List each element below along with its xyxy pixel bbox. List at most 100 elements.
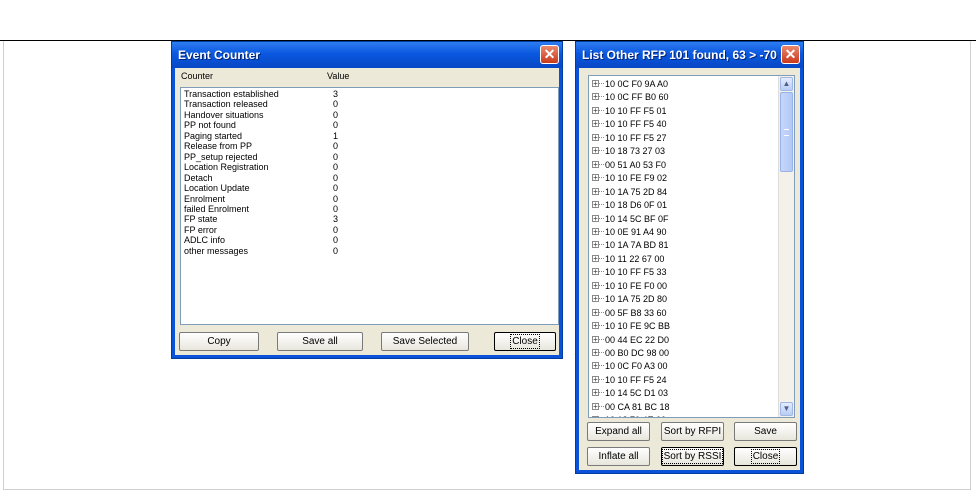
rfp-list-client: +10 0C F0 9A A0 +10 0C FF B0 60 +10 10 FF … [579,68,800,470]
tree-connector [599,298,604,300]
rfp-item-label: 10 10 FE 9C BB [605,321,671,332]
tree-connector [599,405,604,407]
expand-plus-icon[interactable]: + [592,295,599,303]
close-button-label: Close [510,334,540,349]
rfp-item-label: 10 14 5C D1 03 [605,388,669,399]
rfp-item-label: 10 11 22 67 00 [605,253,665,264]
expand-plus-icon[interactable]: + [592,335,599,343]
counter-value: 0 [333,120,339,131]
expand-plus-icon[interactable]: + [592,227,599,235]
expand-plus-icon[interactable]: + [592,402,599,410]
event-counter-title: Event Counter [178,48,261,62]
tree-connector [599,244,604,246]
rfp-list-titlebar[interactable]: List Other RFP 101 found, 63 > -70 ... ✕ [576,42,803,68]
expand-plus-icon[interactable]: + [592,93,599,101]
counter-name: Detach [184,172,213,183]
close-button[interactable]: Close [494,332,556,351]
copy-button[interactable]: Copy [179,332,259,351]
page-frame-left [3,41,4,490]
counter-value: 0 [333,245,339,256]
rfp-item-label: 10 1A 7A BD 81 [605,240,669,251]
rfp-item-label: 10 1A 75 2D 84 [605,186,668,197]
expand-plus-icon[interactable]: + [592,160,599,168]
tree-connector [599,163,604,165]
inflate-all-button-label: Inflate all [598,451,639,462]
counter-value: 0 [333,203,339,214]
expand-plus-icon[interactable]: + [592,106,599,114]
expand-all-button[interactable]: Expand all [587,422,650,441]
tree-connector [599,325,604,327]
expand-plus-icon[interactable]: + [592,375,599,383]
expand-plus-icon[interactable]: + [592,349,599,357]
counter-value: 1 [333,130,339,141]
rfp-item-label: 10 1A 75 2D 80 [605,294,668,305]
tree-connector [599,392,604,394]
tree-connector [599,123,604,125]
tree-connector [599,257,604,259]
tree-connector [599,271,604,273]
expand-plus-icon[interactable]: + [592,268,599,276]
event-counter-list[interactable]: Transaction established 3 Transaction rele… [180,87,559,325]
counter-value: 0 [333,224,339,235]
expand-plus-icon[interactable]: + [592,120,599,128]
rfp-tree-scrollbar[interactable]: ▲ ▼ [778,76,794,417]
event-counter-titlebar[interactable]: Event Counter ✕ [172,42,562,68]
inflate-all-button[interactable]: Inflate all [587,447,650,466]
event-counter-client: Counter Value Transaction established 3 Tr… [175,68,559,355]
counter-value: 0 [333,141,339,152]
rfp-item-label: 10 0C FF B0 60 [605,92,669,103]
expand-plus-icon[interactable]: + [592,389,599,397]
expand-plus-icon[interactable]: + [592,362,599,370]
expand-plus-icon[interactable]: + [592,174,599,182]
expand-plus-icon[interactable]: + [592,80,599,88]
rfp-item-label: 00 5F B8 33 60 [605,307,667,318]
close-icon[interactable]: ✕ [540,45,559,64]
tree-connector [599,177,604,179]
sort-by-rssi-button[interactable]: Sort by RSSI [661,447,724,466]
expand-plus-icon[interactable]: + [592,241,599,249]
rfp-item-label: 10 10 FF F5 40 [605,119,667,130]
rfp-close-button[interactable]: Close [734,447,797,466]
tree-connector [599,284,604,286]
tree-connector [599,217,604,219]
counter-name: failed Enrolment [184,203,250,214]
tree-connector [599,136,604,138]
close-icon[interactable]: ✕ [781,45,800,64]
counter-name: ADLC info [184,235,226,246]
page-frame-bottom [3,489,971,490]
expand-plus-icon[interactable]: + [592,147,599,155]
expand-all-button-label: Expand all [595,426,642,437]
expand-plus-icon[interactable]: + [592,308,599,316]
scroll-up-icon[interactable]: ▲ [780,77,793,91]
counter-value: 0 [333,151,339,162]
expand-plus-icon[interactable]: + [592,416,599,417]
rfp-item-label: 10 10 FF F5 27 [605,132,667,143]
tree-connector [599,352,604,353]
counter-name: Transaction established [184,89,279,99]
expand-plus-icon[interactable]: + [592,133,599,141]
save-selected-button[interactable]: Save Selected [381,332,469,351]
rfp-list-window: List Other RFP 101 found, 63 > -70 ... ✕… [575,41,804,474]
counter-name: Location Update [184,183,250,194]
save-all-button[interactable]: Save all [277,332,363,351]
tree-connector [599,230,604,232]
counter-name: PP_setup rejected [184,151,258,162]
sort-by-rfpi-button[interactable]: Sort by RFPI [661,422,724,441]
expand-plus-icon[interactable]: + [592,187,599,195]
counter-name: Transaction released [184,99,268,110]
rfp-close-button-label: Close [750,449,781,464]
rfp-item-label: 00 CA 81 BC 18 [605,401,670,412]
scrollbar-thumb[interactable] [780,92,793,172]
event-counter-window: Event Counter ✕ Counter Value Transactio… [171,41,563,359]
expand-plus-icon[interactable]: + [592,322,599,330]
expand-plus-icon[interactable]: + [592,214,599,222]
tree-connector [599,365,604,367]
rfp-item-label: 00 B0 DC 98 00 [605,348,670,358]
expand-plus-icon[interactable]: + [592,254,599,262]
rfp-tree[interactable]: +10 0C F0 9A A0 +10 0C FF B0 60 +10 10 FF … [588,75,795,418]
scroll-down-icon[interactable]: ▼ [780,402,793,416]
expand-plus-icon[interactable]: + [592,281,599,289]
save-button[interactable]: Save [734,422,797,441]
counter-value: 0 [333,99,339,110]
expand-plus-icon[interactable]: + [592,201,599,209]
